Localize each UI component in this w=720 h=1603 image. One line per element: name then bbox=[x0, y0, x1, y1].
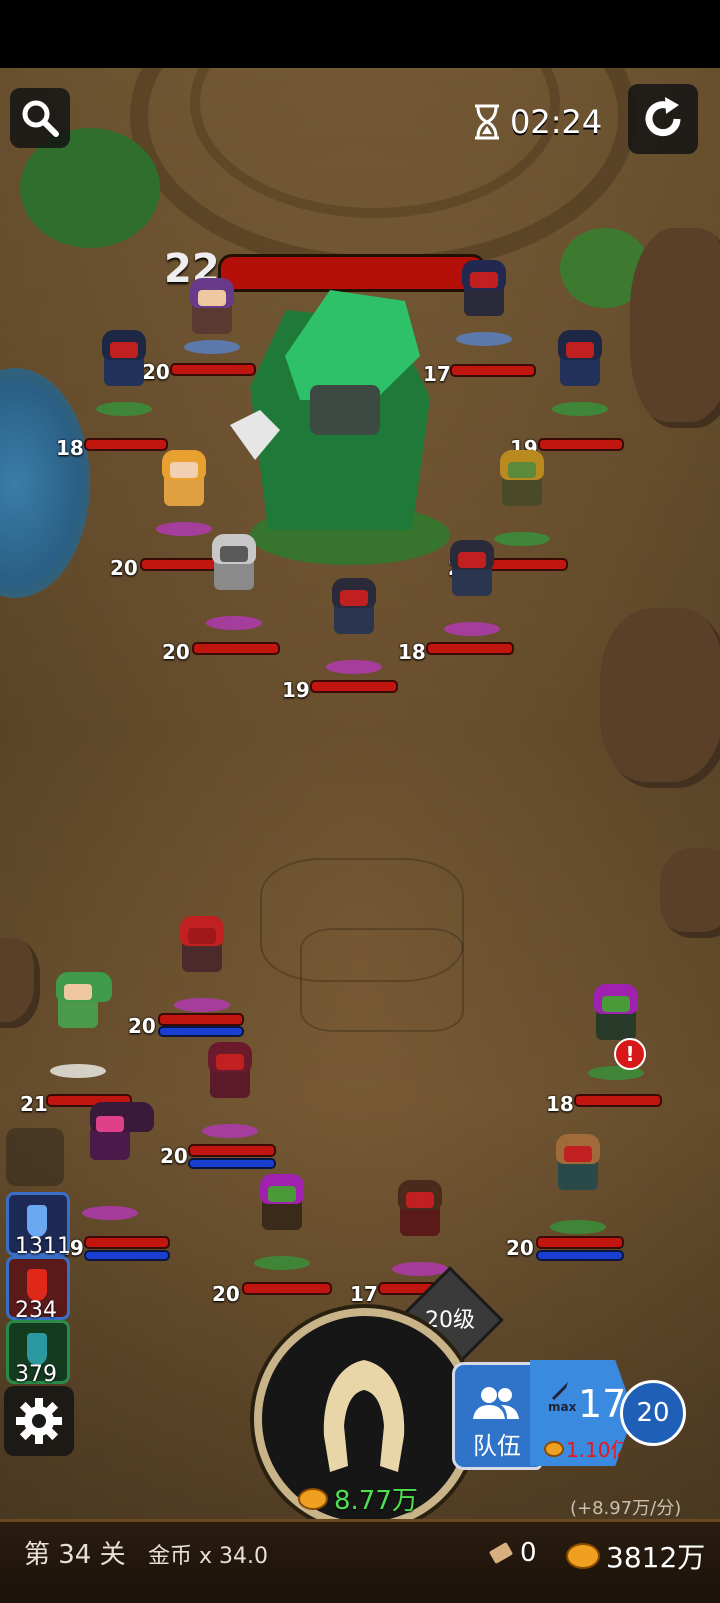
ticket-counter: 0 bbox=[488, 1538, 537, 1568]
ally-hp-bar bbox=[188, 1144, 276, 1157]
ally-unit[interactable] bbox=[168, 916, 236, 1012]
rock bbox=[600, 608, 720, 788]
ally-hp-bar bbox=[574, 1094, 662, 1107]
team-button[interactable]: 队伍 bbox=[452, 1362, 542, 1470]
ally-mana-bar bbox=[188, 1158, 276, 1169]
team-button-label: 队伍 bbox=[473, 1432, 521, 1460]
enemy-hp-bar bbox=[310, 680, 398, 693]
ally-level: 20 bbox=[506, 1236, 534, 1260]
gear-icon bbox=[16, 1398, 62, 1444]
ally-level: 17 bbox=[350, 1282, 378, 1306]
bottom-status-bar: 第 34 关 金币 x 34.0 0 3812万 bbox=[0, 1519, 720, 1603]
ally-hp-bar bbox=[158, 1013, 244, 1026]
income-rate: (+8.97万/分) bbox=[570, 1498, 682, 1519]
ally-unit[interactable] bbox=[196, 1042, 266, 1138]
restart-button[interactable] bbox=[628, 84, 698, 154]
ally-mana-bar bbox=[84, 1250, 170, 1261]
enemy-hp-bar bbox=[426, 642, 514, 655]
green-potion-count: 379 bbox=[15, 1362, 57, 1387]
enemy-unit[interactable] bbox=[546, 330, 614, 416]
enemy-unit[interactable] bbox=[450, 260, 518, 346]
boss-health-bar bbox=[218, 254, 486, 292]
red-potion-button[interactable]: 234 bbox=[6, 1256, 70, 1323]
hood-icon bbox=[323, 1360, 405, 1472]
enemy-level: 19 bbox=[282, 678, 310, 702]
enemy-unit[interactable] bbox=[200, 534, 268, 630]
enemy-hp-bar bbox=[450, 364, 536, 377]
ticket-count: 0 bbox=[520, 1538, 537, 1568]
battle-timer: 02:24 bbox=[472, 102, 602, 142]
ally-level: 18 bbox=[546, 1092, 574, 1116]
search-button[interactable] bbox=[10, 88, 70, 148]
player-level-badge[interactable]: 20 bbox=[620, 1380, 686, 1446]
enemy-unit[interactable] bbox=[488, 450, 556, 546]
gold-coin-icon bbox=[544, 1440, 564, 1457]
ally-hp-bar bbox=[536, 1236, 624, 1249]
ticket-icon bbox=[489, 1542, 513, 1564]
ground-crack bbox=[300, 928, 464, 1032]
ally-hp-bar bbox=[84, 1236, 170, 1249]
stage-label: 第 34 关 bbox=[24, 1540, 126, 1570]
enemy-hp-bar bbox=[192, 642, 280, 655]
gold-coin-icon bbox=[298, 1487, 328, 1510]
enemy-unit[interactable] bbox=[90, 330, 158, 416]
top-bar bbox=[0, 0, 720, 68]
skill-slot-empty[interactable] bbox=[6, 1128, 64, 1186]
enemy-hp-bar bbox=[170, 363, 256, 376]
enemy-level: 20 bbox=[162, 640, 190, 664]
blue-potion-icon bbox=[27, 1205, 47, 1237]
timer-text: 02:24 bbox=[510, 103, 603, 141]
alert-icon: ! bbox=[614, 1038, 646, 1070]
upgrade-cost: 1.10亿 bbox=[544, 1434, 631, 1463]
ally-level: 21 bbox=[20, 1092, 48, 1116]
ally-mana-bar bbox=[536, 1250, 624, 1261]
rock bbox=[630, 228, 720, 428]
ally-unit[interactable] bbox=[248, 1174, 318, 1270]
enemy-level: 20 bbox=[110, 556, 138, 580]
sword-icon bbox=[552, 1382, 568, 1400]
pond bbox=[0, 368, 90, 598]
blue-potion-button[interactable]: 1311 bbox=[6, 1192, 71, 1259]
gold-amount: 3812万 bbox=[606, 1541, 706, 1574]
gold-coin-icon bbox=[566, 1543, 600, 1569]
upgrade-button[interactable]: max 17 1.10亿 bbox=[530, 1360, 634, 1466]
ally-witch-hero[interactable] bbox=[76, 1102, 166, 1220]
green-potion-button[interactable]: 379 bbox=[6, 1320, 70, 1387]
ally-mana-bar bbox=[158, 1026, 244, 1037]
summon-cost-value: 8.77万 bbox=[334, 1486, 418, 1516]
boss-green-hood-warrior[interactable] bbox=[230, 290, 450, 570]
ally-level: 20 bbox=[128, 1014, 156, 1038]
summon-cost: 8.77万 bbox=[298, 1480, 418, 1517]
enemy-level: 17 bbox=[423, 362, 451, 386]
enemy-unit[interactable] bbox=[438, 540, 506, 636]
red-potion-icon bbox=[27, 1269, 47, 1301]
ally-archer-hero[interactable] bbox=[44, 972, 124, 1078]
team-icon bbox=[473, 1387, 519, 1419]
enemy-unit[interactable] bbox=[150, 450, 218, 536]
gold-counter: 3812万 bbox=[566, 1536, 705, 1576]
enemy-level: 18 bbox=[398, 640, 426, 664]
green-potion-icon bbox=[27, 1333, 47, 1365]
rock bbox=[660, 848, 720, 938]
ally-hp-bar bbox=[242, 1282, 332, 1295]
settings-button[interactable] bbox=[4, 1386, 74, 1456]
ally-level: 20 bbox=[212, 1282, 240, 1306]
rock bbox=[0, 938, 40, 1028]
search-icon bbox=[22, 100, 59, 137]
upgrade-max-label: max bbox=[548, 1400, 577, 1414]
ally-unit[interactable] bbox=[544, 1134, 614, 1234]
gold-multiplier: 金币 x 34.0 bbox=[148, 1544, 268, 1569]
ally-unit[interactable] bbox=[386, 1180, 456, 1276]
enemy-unit[interactable] bbox=[320, 578, 388, 674]
enemy-level: 18 bbox=[56, 436, 84, 460]
upgrade-level: 17 bbox=[578, 1382, 627, 1426]
hourglass-icon bbox=[475, 104, 499, 140]
enemy-unit[interactable] bbox=[178, 278, 246, 354]
refresh-icon bbox=[645, 97, 681, 137]
